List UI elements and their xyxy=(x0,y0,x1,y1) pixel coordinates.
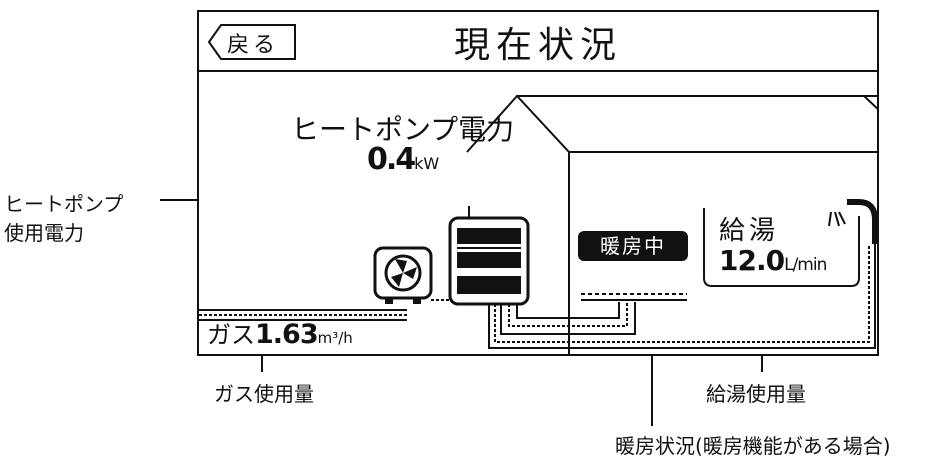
heating-status-badge: 暖房中 xyxy=(578,231,688,261)
heatpump-power-readout: 0.4kW xyxy=(367,142,439,177)
gas-label: ガス xyxy=(207,321,255,349)
heatpump-power-value: 0.4 xyxy=(367,142,416,177)
storage-tank xyxy=(448,216,530,306)
callout-heatpump-line2: 使用電力 xyxy=(4,221,84,245)
gas-readout: ガス1.63m³/h xyxy=(207,315,353,350)
page-title: 現在状況 xyxy=(453,25,622,66)
callout-heatpump-power: ヒートポンプ 使用電力 xyxy=(4,188,123,246)
gas-value: 1.63 xyxy=(255,319,319,350)
callout-gas-usage: ガス使用量 xyxy=(214,382,314,406)
heatpump-outdoor-unit xyxy=(373,246,433,304)
callout-heating-state: 暖房状況(暖房機能がある場合) xyxy=(615,434,891,458)
faucet-icon xyxy=(828,199,877,244)
hot-water-readout: 12.0L/min xyxy=(719,244,827,277)
callout-hot-water-usage: 給湯使用量 xyxy=(706,382,806,406)
callout-heatpump-line1: ヒートポンプ xyxy=(4,192,124,216)
floor-heating-panel xyxy=(581,293,687,301)
hot-water-unit: L/min xyxy=(784,255,827,275)
hot-water-label: 給湯 xyxy=(719,216,780,246)
device-screen: 戻る 現在状況 ヒートポンプ電力 0.4kW 暖房中 給湯 12.0L/min … xyxy=(197,10,879,356)
heatpump-power-unit: kW xyxy=(414,154,440,173)
title-bar: 戻る 現在状況 xyxy=(199,12,877,72)
gas-unit: m³/h xyxy=(317,329,353,347)
hot-water-value: 12.0 xyxy=(719,244,785,277)
